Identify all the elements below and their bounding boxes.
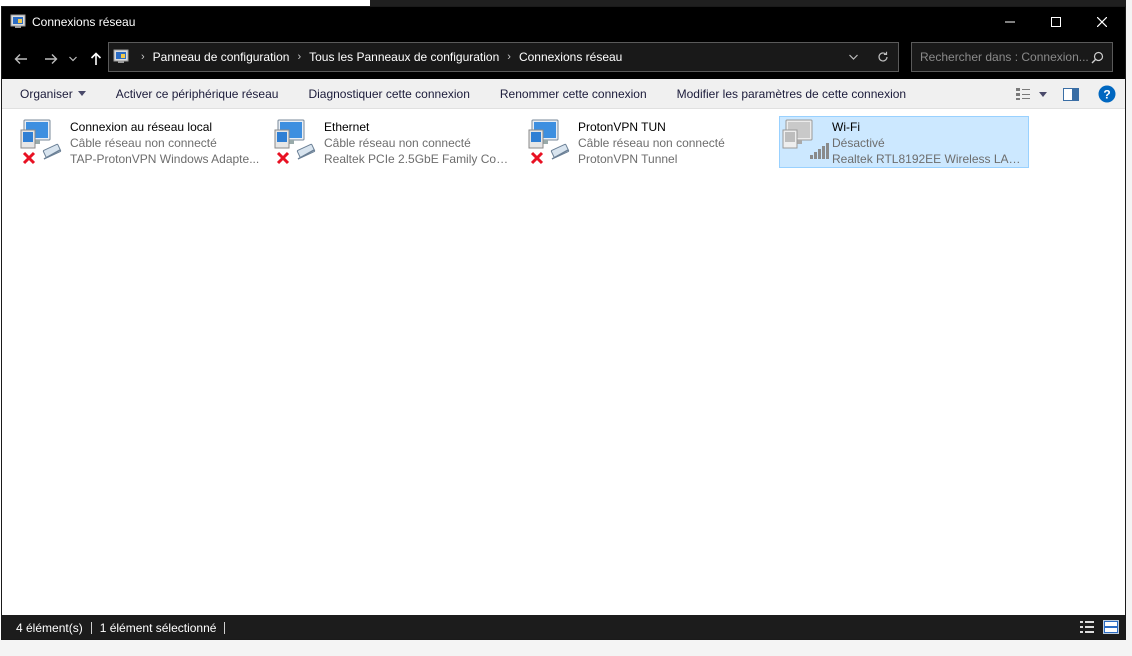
connection-name: Wi-Fi [832,120,860,134]
arrow-left-icon [14,54,27,64]
connection-status: Câble réseau non connecté [324,136,471,150]
connections-list[interactable]: Connexion au réseau local Câble réseau n… [2,110,1125,615]
help-icon: ? [1098,85,1116,103]
caret-down-icon [77,91,86,96]
svg-text:?: ? [1103,88,1110,102]
diagnose-connection-button[interactable]: Diagnostiquer cette connexion [299,79,478,109]
explorer-window: Connexions réseau › Panneau de configura… [1,6,1126,640]
address-history-button[interactable] [838,43,868,71]
search-input[interactable] [920,50,1090,64]
connection-name: ProtonVPN TUN [578,120,666,134]
search-icon[interactable] [1091,51,1104,64]
view-dropdown-button[interactable] [1033,79,1053,109]
command-bar: Organiser Activer ce périphérique réseau… [2,79,1125,109]
connection-device: Realtek PCIe 2.5GbE Family Contr... [324,152,514,166]
modify-connection-settings-button[interactable]: Modifier les paramètres de cette connexi… [668,79,915,109]
control-panel-icon [113,49,129,63]
connection-device: ProtonVPN Tunnel [578,152,678,166]
desktop-background-bottom [0,640,1132,656]
search-box[interactable] [911,42,1113,72]
chevron-down-icon [848,54,858,60]
status-separator [224,622,226,634]
preview-pane-icon [1063,87,1079,101]
maximize-button[interactable] [1033,7,1079,37]
breadcrumb-separator-icon[interactable]: › [141,51,145,63]
refresh-button[interactable] [868,43,898,71]
disconnected-x-icon [530,151,544,165]
close-button[interactable] [1079,7,1125,37]
organize-menu[interactable]: Organiser [11,79,95,109]
connection-item[interactable]: ProtonVPN TUN Câble réseau non connecté … [525,116,775,168]
network-adapter-icon [526,117,578,167]
activate-device-button[interactable]: Activer ce périphérique réseau [107,79,288,109]
connection-item[interactable]: Connexion au réseau local Câble réseau n… [17,116,267,168]
breadcrumb-control-panel[interactable]: Panneau de configuration [153,50,290,64]
connection-device: Realtek RTL8192EE Wireless LAN 8... [832,152,1022,166]
connection-text: Connexion au réseau local Câble réseau n… [70,117,260,167]
address-bar[interactable]: › Panneau de configuration › Tous les Pa… [108,42,899,72]
breadcrumb-all-control-panels[interactable]: Tous les Panneaux de configuration [309,50,499,64]
network-adapter-icon [272,117,324,167]
change-view-button[interactable] [1013,79,1033,109]
help-button[interactable]: ? [1089,79,1125,109]
arrow-up-icon [90,52,102,65]
maximize-icon [1051,17,1061,27]
connection-device: TAP-ProtonVPN Windows Adapte... [70,152,260,166]
connection-status: Câble réseau non connecté [578,136,725,150]
view-tools: ? [1013,79,1125,109]
caret-down-icon [1039,91,1047,97]
window-controls [987,7,1125,37]
title-bar[interactable]: Connexions réseau [2,7,1125,37]
connection-status: Désactivé [832,136,885,150]
close-icon [1097,17,1107,27]
minimize-button[interactable] [987,7,1033,37]
status-bar: 4 élément(s) 1 élément sélectionné [2,615,1125,639]
disconnected-x-icon [276,151,290,165]
network-adapter-icon [18,117,70,167]
refresh-icon [878,51,888,62]
view-options-icon [1016,88,1030,100]
connection-item[interactable]: Ethernet Câble réseau non connecté Realt… [271,116,521,168]
details-view-icon[interactable] [1079,620,1095,634]
view-toggles [1079,620,1119,634]
connection-status: Câble réseau non connecté [70,136,217,150]
breadcrumb-separator-icon[interactable]: › [507,51,511,63]
organize-label: Organiser [20,86,73,101]
forward-button[interactable] [43,51,59,67]
connection-text: ProtonVPN TUN Câble réseau non connecté … [578,117,768,167]
control-panel-icon [10,14,26,28]
wifi-adapter-icon [780,117,832,167]
navigation-bar: › Panneau de configuration › Tous les Pa… [2,37,1125,79]
connection-name: Connexion au réseau local [70,120,213,134]
back-button[interactable] [13,51,29,67]
breadcrumb-network-connections[interactable]: Connexions réseau [519,50,622,64]
address-actions [838,43,898,71]
selection-count: 1 élément sélectionné [99,621,217,635]
item-count: 4 élément(s) [16,621,83,635]
tiles-view-icon[interactable] [1103,620,1119,634]
breadcrumb-separator-icon[interactable]: › [297,51,301,63]
arrow-right-icon [45,54,58,64]
window-title: Connexions réseau [32,15,136,29]
connection-text: Wi-Fi Désactivé Realtek RTL8192EE Wirele… [832,117,1022,167]
desktop-background-right [1126,0,1132,656]
chevron-down-icon [69,56,77,62]
rename-connection-button[interactable]: Renommer cette connexion [491,79,656,109]
preview-pane-button[interactable] [1053,79,1089,109]
recent-locations-button[interactable] [68,51,78,67]
minimize-icon [1005,21,1015,23]
connection-name: Ethernet [324,120,370,134]
up-button[interactable] [88,51,104,67]
disconnected-x-icon [22,151,36,165]
connection-text: Ethernet Câble réseau non connecté Realt… [324,117,514,167]
connection-item[interactable]: Wi-Fi Désactivé Realtek RTL8192EE Wirele… [779,116,1029,168]
